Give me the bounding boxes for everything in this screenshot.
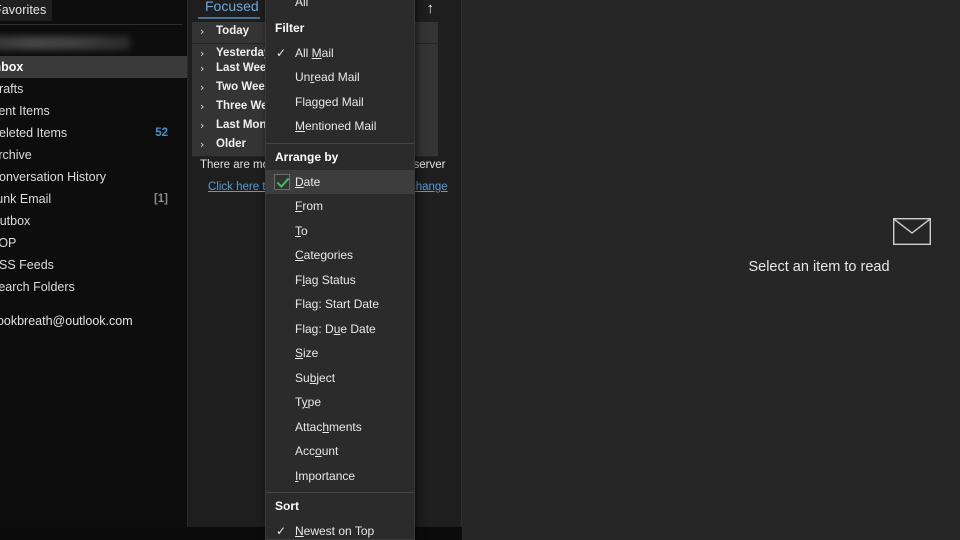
menu-item-newest-on-top[interactable]: ✓ Newest on Top [266,519,414,539]
menu-section-header-sort: Sort [266,493,414,519]
folder-label: Search Folders [0,280,75,294]
sidebar-folder-drafts[interactable]: Drafts [0,78,187,100]
folder-label: Drafts [0,82,24,96]
menu-item-label: Newest on Top [295,524,375,538]
tab-focused-underline [198,17,260,19]
menu-item-label: All [295,0,309,9]
tab-focused[interactable]: Focused [205,0,259,14]
folder-label: RSS Feeds [0,258,54,272]
menu-item-label: Flagged Mail [295,94,364,109]
sidebar-folder-inbox[interactable]: Inbox [0,56,187,78]
reading-pane: Select an item to read [462,0,960,540]
date-group-label: Yesterday [216,47,271,59]
checkbox-checked-icon [274,173,290,190]
menu-item-label: Flag: Due Date [295,321,376,336]
folder-label: Deleted Items [0,126,68,140]
menu-item-label: Mentioned Mail [295,119,377,133]
folder-label: Junk Email [0,192,52,206]
menu-item-label: Size [295,346,319,360]
folder-label: POP [0,236,17,250]
menu-item-all-mail[interactable]: ✓ All Mail [266,41,414,66]
menu-section-title: Arrange by [275,149,339,164]
menu-item-mentioned-mail[interactable]: Mentioned Mail [266,114,414,139]
menu-item-label: To [295,223,308,238]
menu-section-header-arrange-by: Arrange by [266,144,414,170]
date-group-label: Today [216,25,250,37]
menu-item-clipped-top[interactable]: All [266,0,414,15]
chevron-right-icon: › [200,81,205,94]
envelope-icon [893,218,931,245]
menu-item-categories[interactable]: Categories [266,243,414,268]
menu-body: All Filter ✓ All Mail Unread Mail Flagged Mai… [266,0,414,539]
sidebar-folder-archive[interactable]: Archive [0,144,187,166]
up-arrow-icon[interactable]: ↑ [427,1,435,17]
menu-item-flag-due-date[interactable]: Flag: Due Date [266,317,414,342]
folder-label: Conversation History [0,170,107,184]
reading-pane-placeholder: Select an item to read [748,259,890,275]
sidebar-folder-junk-email[interactable]: Junk Email [1] [0,188,187,210]
menu-item-flag-status[interactable]: Flag Status [266,268,414,293]
menu-item-subject[interactable]: Subject [266,366,414,391]
menu-section-title: Filter [275,20,305,35]
sidebar-folder-sent-items[interactable]: Sent Items [0,100,187,122]
menu-item-label: Account [295,444,339,458]
menu-item-label: All Mail [295,45,334,60]
menu-section-title: Sort [275,499,299,513]
folder-label: Sent Items [0,104,50,118]
menu-item-label: Date [295,174,321,189]
account-email-blurred [0,36,130,50]
menu-item-label: Flag Status [295,272,356,287]
menu-section-header-filter: Filter [266,15,414,41]
checkmark-icon: ✓ [276,45,287,60]
menu-item-label: Type [295,395,322,409]
chevron-right-icon: › [200,138,205,151]
menu-item-label: From [295,199,324,213]
sidebar-folder-pop[interactable]: POP [0,232,187,254]
folder-count-badge: [1] [153,193,168,205]
menu-item-flagged-mail[interactable]: Flagged Mail [266,90,414,115]
menu-item-type[interactable]: Type [266,390,414,415]
checkmark-icon: ✓ [276,524,287,538]
menu-item-importance[interactable]: Importance [266,464,414,489]
chevron-right-icon: › [200,100,205,113]
menu-item-label: Importance [295,468,356,483]
menu-item-date[interactable]: Date [266,169,414,194]
menu-item-size[interactable]: Size [266,341,414,366]
folder-label: Inbox [0,60,24,74]
chevron-right-icon: › [200,62,205,75]
menu-item-flag-start-date[interactable]: Flag: Start Date [266,292,414,317]
folder-count-badge: 52 [155,127,168,139]
folder-sidebar: Favorites Inbox Drafts Sent Items Deleted I… [0,0,188,527]
date-group-label: Older [216,138,247,150]
favorites-header: Favorites [0,0,53,21]
menu-item-unread-mail[interactable]: Unread Mail [266,65,414,90]
sidebar-folder-deleted-items[interactable]: Deleted Items 52 [0,122,187,144]
account-name-label: bookbreath@outlook.com [0,314,133,328]
menu-item-from[interactable]: From [266,194,414,219]
menu-item-label: Categories [295,248,354,262]
filter-arrange-sort-menu: All Filter ✓ All Mail Unread Mail Flagged Mai… [265,0,415,540]
menu-item-account[interactable]: Account [266,439,414,464]
menu-item-attachments[interactable]: Attachments [266,415,414,440]
menu-item-label: Subject [295,370,336,385]
menu-item-label: Attachments [295,419,362,434]
outlook-window: Favorites Inbox Drafts Sent Items Deleted I… [0,0,960,540]
folder-label: Archive [0,148,32,162]
folder-label: Outbox [0,214,31,228]
menu-item-label: Flag: Start Date [295,297,380,311]
chevron-right-icon: › [200,25,205,38]
sidebar-folder-search-folders[interactable]: Search Folders [0,276,187,298]
sidebar-folder-outbox[interactable]: Outbox [0,210,187,232]
sidebar-folder-rss-feeds[interactable]: RSS Feeds [0,254,187,276]
menu-item-label: Unread Mail [295,70,360,84]
sidebar-divider [0,24,182,25]
chevron-right-icon: › [200,119,205,132]
sidebar-folder-conversation-history[interactable]: Conversation History [0,166,187,188]
menu-item-to[interactable]: To [266,219,414,244]
